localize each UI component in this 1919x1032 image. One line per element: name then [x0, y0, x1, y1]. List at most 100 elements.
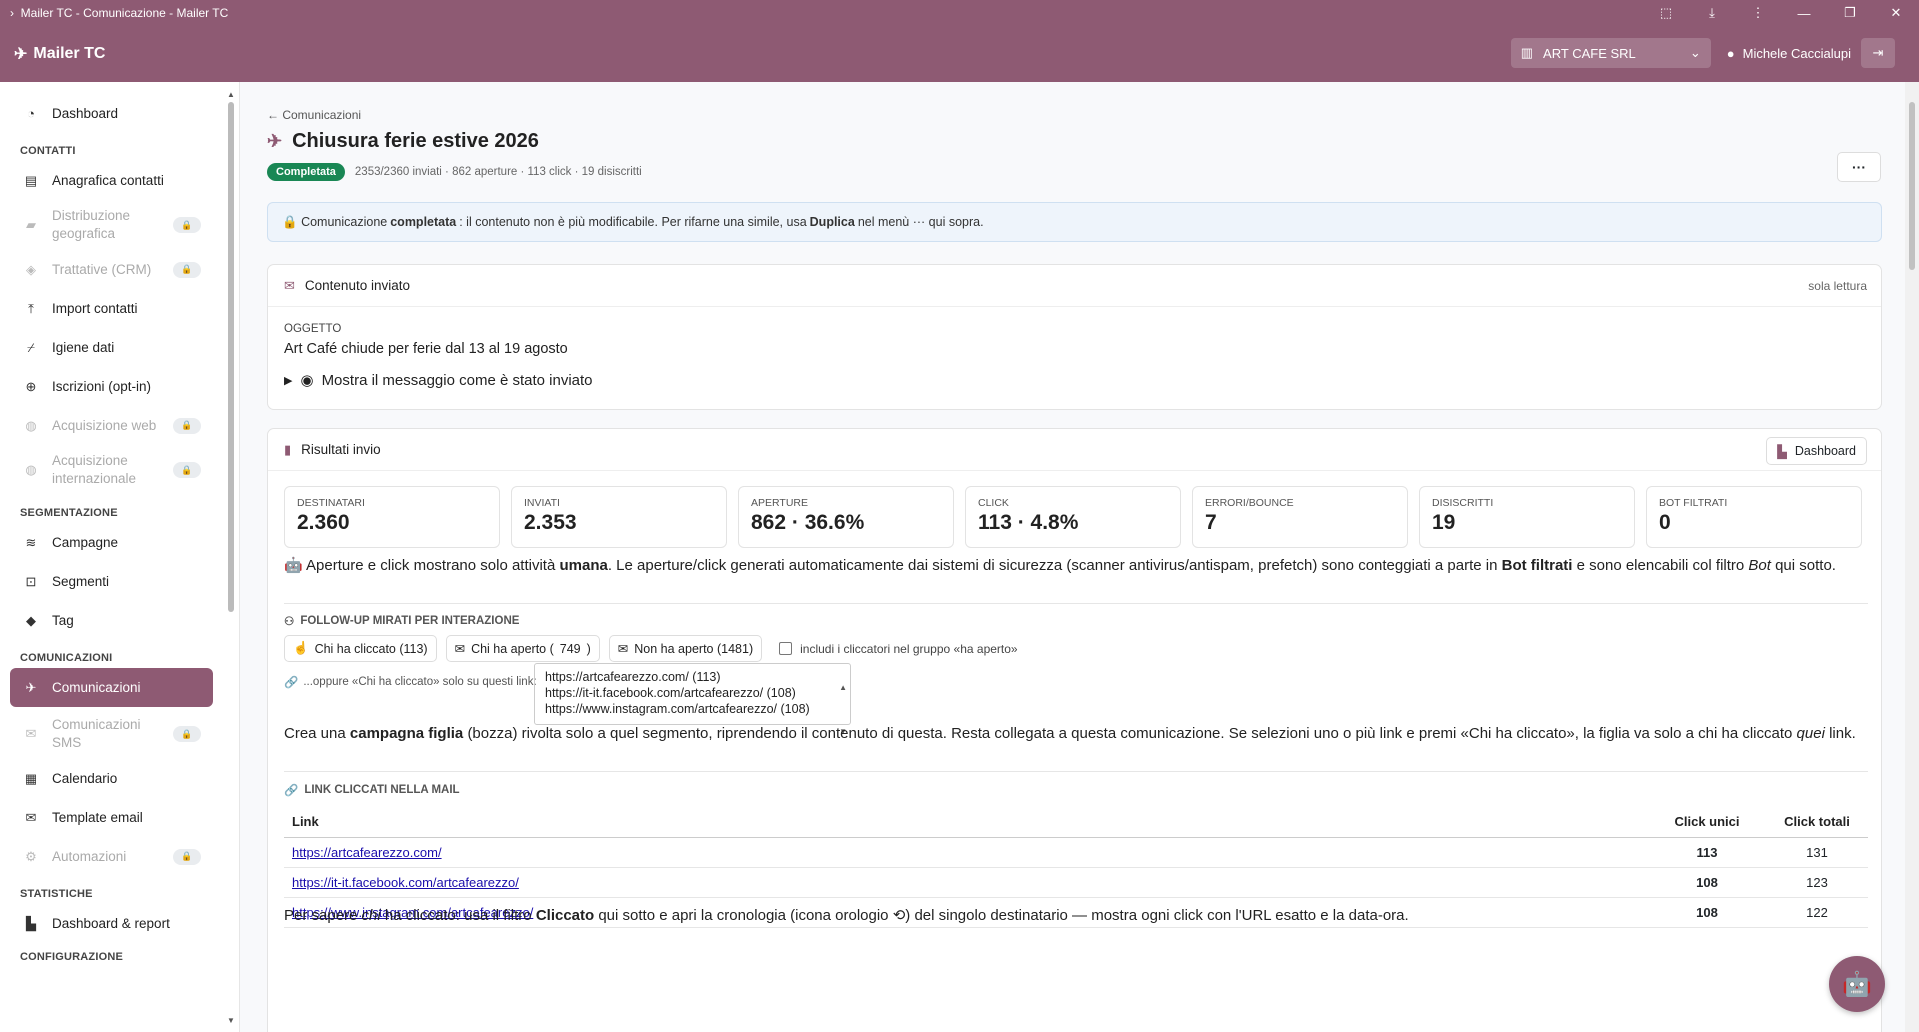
minimize-icon[interactable]: —	[1781, 0, 1827, 26]
scroll-down-icon[interactable]: ▼	[227, 1016, 235, 1025]
page-scrollbar[interactable]	[1905, 82, 1919, 1032]
link-option[interactable]: https://www.instagram.com/artcafearezzo/…	[545, 701, 840, 717]
sidebar-item-trattative-crm[interactable]: ◈ Trattative (CRM) 🔒	[10, 250, 213, 289]
envelope-icon: ✉	[284, 277, 295, 293]
sidebar-section-comunicazioni: COMUNICAZIONI	[20, 652, 113, 664]
stat-destinatari: DESTINATARI 2.360	[284, 486, 500, 548]
page-scroll-thumb[interactable]	[1909, 102, 1915, 270]
company-select[interactable]: ▥ ART CAFE SRL ⌄	[1510, 38, 1711, 68]
paper-plane-icon: ✈	[14, 46, 28, 63]
tag-icon: ◆	[26, 612, 36, 628]
stat-inviati: INVIATI 2.353	[511, 486, 727, 548]
unique-clicks: 113	[1648, 837, 1758, 868]
more-actions-button[interactable]: ···	[1837, 152, 1881, 182]
scroll-up-icon[interactable]: ▲	[227, 90, 235, 99]
lock-icon: 🔒	[173, 462, 201, 478]
subject-label: OGGETTO	[284, 323, 342, 335]
sidebar-item-dashboard-report[interactable]: ▙ Dashboard & report	[10, 904, 213, 943]
sidebar-item-acquisizione-web[interactable]: ◍ Acquisizione web 🔒	[10, 406, 213, 445]
window-title: › Mailer TC - Comunicazione - Mailer TC	[10, 6, 229, 20]
divider	[284, 603, 1868, 604]
table-row: https://it-it.facebook.com/artcafearezzo…	[284, 867, 1868, 898]
window-titlebar: › Mailer TC - Comunicazione - Mailer TC …	[0, 0, 1919, 26]
globe-icon: ◍	[25, 417, 37, 433]
total-clicks: 123	[1758, 867, 1868, 898]
map-icon: ▰	[26, 217, 36, 232]
send-summary: 2353/2360 inviati · 862 aperture · 113 c…	[354, 166, 642, 178]
brand-logo[interactable]: ✈ Mailer TC	[0, 44, 105, 64]
page-title: ✈ Chiusura ferie estive 2026	[267, 130, 539, 152]
sidebar-item-calendario[interactable]: ▦ Calendario	[10, 759, 213, 798]
sidebar-item-automazioni[interactable]: ⚙ Automazioni 🔒	[10, 837, 213, 876]
main-content: ← Comunicazioni ✈ Chiusura ferie estive …	[241, 82, 1905, 1032]
total-clicks: 131	[1758, 837, 1868, 868]
sidebar-item-campagne[interactable]: ≋ Campagne	[10, 523, 213, 562]
user-plus-icon: ⊕	[25, 378, 37, 394]
paper-plane-icon: ✈	[25, 679, 37, 695]
chevron-right-icon: ›	[10, 6, 14, 20]
readonly-label: sola lettura	[1808, 278, 1867, 293]
extensions-icon[interactable]: ⬚	[1643, 0, 1689, 26]
sidebar-item-segmenti[interactable]: ⊡ Segmenti	[10, 562, 213, 601]
sidebar-item-tag[interactable]: ◆ Tag	[10, 601, 213, 640]
checkbox[interactable]	[779, 642, 793, 655]
sidebar-item-dashboard[interactable]: ◔ Dashboard	[10, 94, 213, 133]
sidebar-item-template-email[interactable]: ✉ Template email	[10, 798, 213, 837]
menu-icon[interactable]: ⋮	[1735, 0, 1781, 26]
lock-icon: 🔒	[173, 217, 201, 233]
not-opened-followup-button[interactable]: ✉ Non ha aperto (1481)	[608, 635, 763, 662]
link-multiselect[interactable]: https://artcafearezzo.com/ (113) https:/…	[534, 663, 851, 736]
sidebar-scroll-thumb[interactable]	[228, 102, 234, 612]
link-option[interactable]: https://artcafearezzo.com/ (113)	[545, 669, 840, 685]
opened-followup-button[interactable]: ✉ Chi ha aperto ( 749 )	[445, 635, 600, 662]
clicked-followup-button[interactable]: ☝ Chi ha cliccato (113)	[284, 635, 437, 662]
sidebar-item-iscrizioni-opt-in[interactable]: ⊕ Iscrizioni (opt-in)	[10, 367, 213, 406]
top-navbar: ✈ Mailer TC ▥ ART CAFE SRL ⌄ ● Michele C…	[0, 26, 1919, 82]
sidebar-item-distribuzione-geografica[interactable]: ▰ Distribuzione geografica 🔒	[10, 200, 213, 250]
results-card-header: ▮ Risultati invio	[268, 429, 1881, 471]
sidebar-scrollbar[interactable]: ▲ ▼	[227, 90, 235, 1025]
lock-icon: 🔒	[173, 848, 201, 865]
status-row: Completata 2353/2360 inviati · 862 apert…	[267, 163, 642, 181]
sidebar-item-acquisizione-internazionale[interactable]: ◍ Acquisizione internazionale 🔒	[10, 445, 213, 495]
chevron-down-icon: ⌄	[1689, 45, 1701, 60]
dashboard-icon: ◔	[27, 106, 35, 121]
handshake-icon: ◈	[26, 261, 36, 277]
sidebar-section-contatti: CONTATTI	[20, 145, 76, 157]
link-url[interactable]: https://it-it.facebook.com/artcafearezzo…	[292, 875, 519, 890]
envelope-open-icon: ✉	[454, 642, 466, 656]
sidebar-item-comunicazioni[interactable]: ✈ Comunicazioni	[10, 668, 213, 707]
link-icon: 🔗	[284, 677, 299, 689]
history-icon: ⟲	[892, 907, 906, 924]
subject-value: Art Café chiude per ferie dal 13 al 19 a…	[284, 341, 568, 357]
arrow-left-icon: ←	[267, 108, 279, 122]
sidebar-item-igiene-dati[interactable]: ⌿ Igiene dati	[10, 328, 213, 367]
link-url[interactable]: https://artcafearezzo.com/	[292, 845, 442, 860]
restore-icon[interactable]: ❐	[1827, 0, 1873, 26]
link-option[interactable]: https://it-it.facebook.com/artcafearezzo…	[545, 685, 840, 701]
include-clickers-checkbox[interactable]: includi i cliccatori nel gruppo «ha aper…	[779, 642, 1018, 656]
links-heading: 🔗 LINK CLICCATI NELLA MAIL	[284, 784, 460, 797]
layers-icon: ≋	[25, 534, 37, 550]
sidebar-item-comunicazioni-sms[interactable]: ✉ Comunicazioni SMS 🔒	[10, 709, 213, 759]
building-icon: ▥	[1520, 45, 1534, 60]
user-icon: ●	[1726, 45, 1735, 61]
pointer-icon: ☝	[293, 641, 309, 655]
paper-plane-icon: ✈	[267, 131, 283, 151]
dashboard-button[interactable]: ▙ Dashboard	[1766, 437, 1867, 465]
followup-heading: ⚇ FOLLOW-UP MIRATI PER INTERAZIONE	[284, 615, 520, 628]
assistant-robot-button[interactable]: 🤖	[1829, 956, 1885, 1012]
sidebar-item-anagrafica-contatti[interactable]: ▤ Anagrafica contatti	[10, 161, 213, 200]
logout-button[interactable]: ⇥	[1861, 38, 1895, 68]
link-icon: 🔗	[284, 785, 299, 797]
status-badge: Completata	[267, 163, 345, 181]
unique-clicks: 108	[1648, 867, 1758, 898]
stat-disiscritti: DISISCRITTI 19	[1419, 486, 1635, 548]
user-menu[interactable]: ● Michele Caccialupi	[1727, 46, 1851, 61]
link-filter-label: 🔗 ...oppure «Chi ha cliccato» solo su qu…	[284, 676, 537, 689]
sidebar-item-import-contatti[interactable]: ⤒ Import contatti	[10, 289, 213, 328]
download-icon[interactable]: ⤓	[1689, 0, 1735, 26]
back-link[interactable]: ← Comunicazioni	[267, 108, 361, 122]
close-icon[interactable]: ✕	[1873, 0, 1919, 26]
show-message-toggle[interactable]: ▶ ◉ Mostra il messaggio come è stato inv…	[284, 371, 593, 390]
